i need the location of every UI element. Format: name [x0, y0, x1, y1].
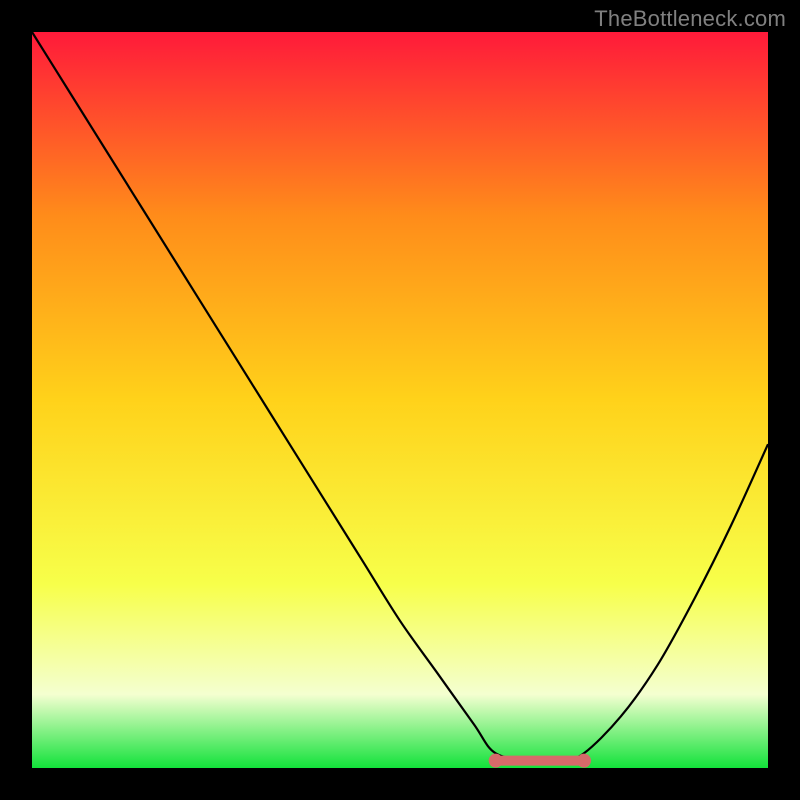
- chart-frame: TheBottleneck.com: [0, 0, 800, 800]
- gradient-background: [32, 32, 768, 768]
- bottleneck-chart: [32, 32, 768, 768]
- optimal-range-marker: [489, 754, 591, 768]
- plot-area: [32, 32, 768, 768]
- watermark-text: TheBottleneck.com: [594, 6, 786, 32]
